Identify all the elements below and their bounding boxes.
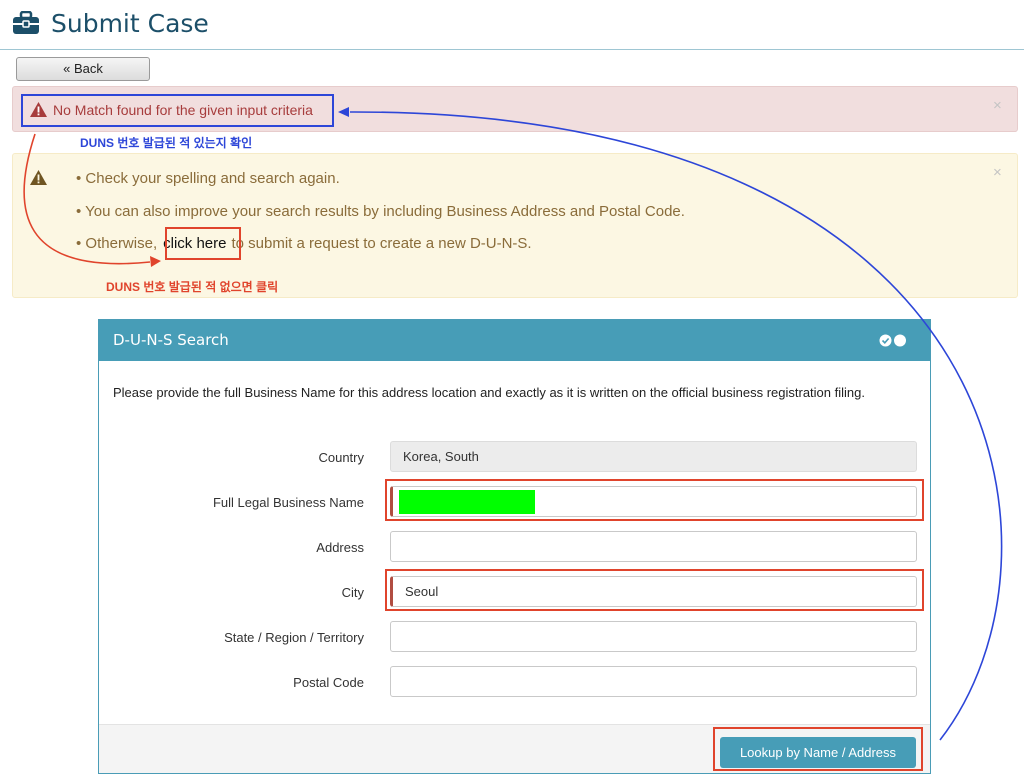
red-arrow-head (150, 256, 161, 267)
blue-annotation-arrow (349, 111, 1003, 741)
red-annotation-arrow (23, 133, 151, 265)
blue-arrow-head (338, 107, 349, 117)
annotation-arrows (23, 107, 1003, 741)
